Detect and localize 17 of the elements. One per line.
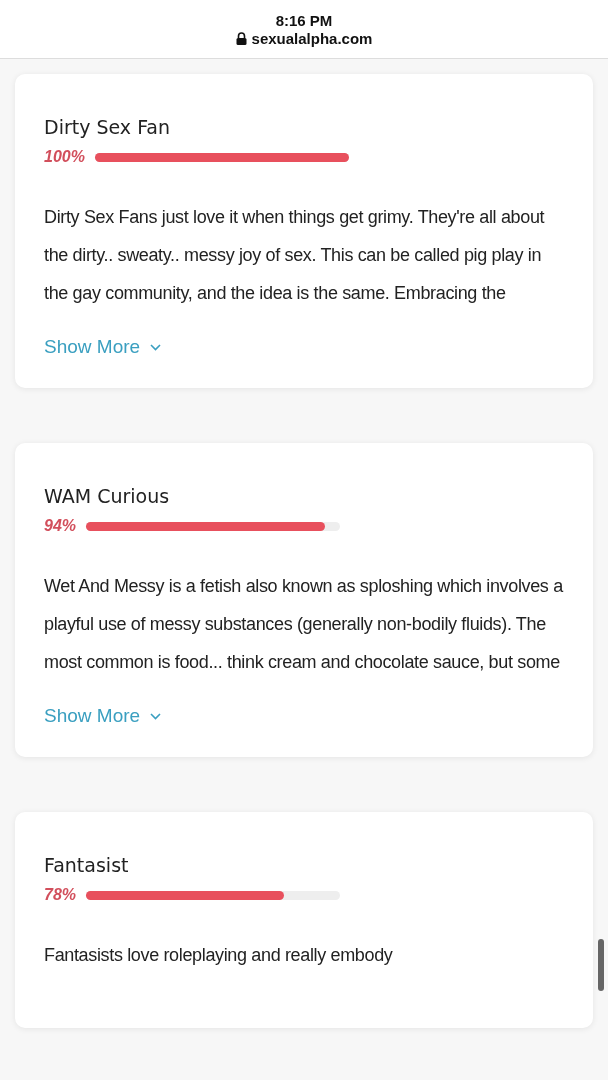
chevron-down-icon [150,343,162,351]
lock-icon [235,31,247,45]
result-description: Fantasists love roleplaying and really embody [44,944,394,967]
show-more-link[interactable]: Show More [44,705,162,727]
scrollbar-thumb[interactable] [598,939,604,991]
result-title: Fantasist [44,854,130,876]
percent-label: 94% [44,517,77,535]
chevron-down-icon [150,712,162,720]
percent-label: 100% [44,148,85,166]
result-title: Dirty Sex Fan [44,116,172,138]
percent-label: 78% [44,886,77,904]
clock-time: 8:16 PM [275,11,333,29]
result-description: Wet And Messy is a fetish also known as sploshing which involves a playful use of messy substances (generally non-bodily fluids). The most common is food... think cream and chocolate sauce, but some [44,575,564,674]
result-title: WAM Curious [44,485,171,507]
show-more-link[interactable]: Show More [44,336,162,358]
result-description: Dirty Sex Fans just love it when things get grimy. They're all about the dirty.. sweaty.. messy joy of sex. This can be called pig play in the gay community, and the idea is the same. Embracing the [44,206,546,305]
page-url[interactable]: sexualalpha.com [251,29,373,47]
